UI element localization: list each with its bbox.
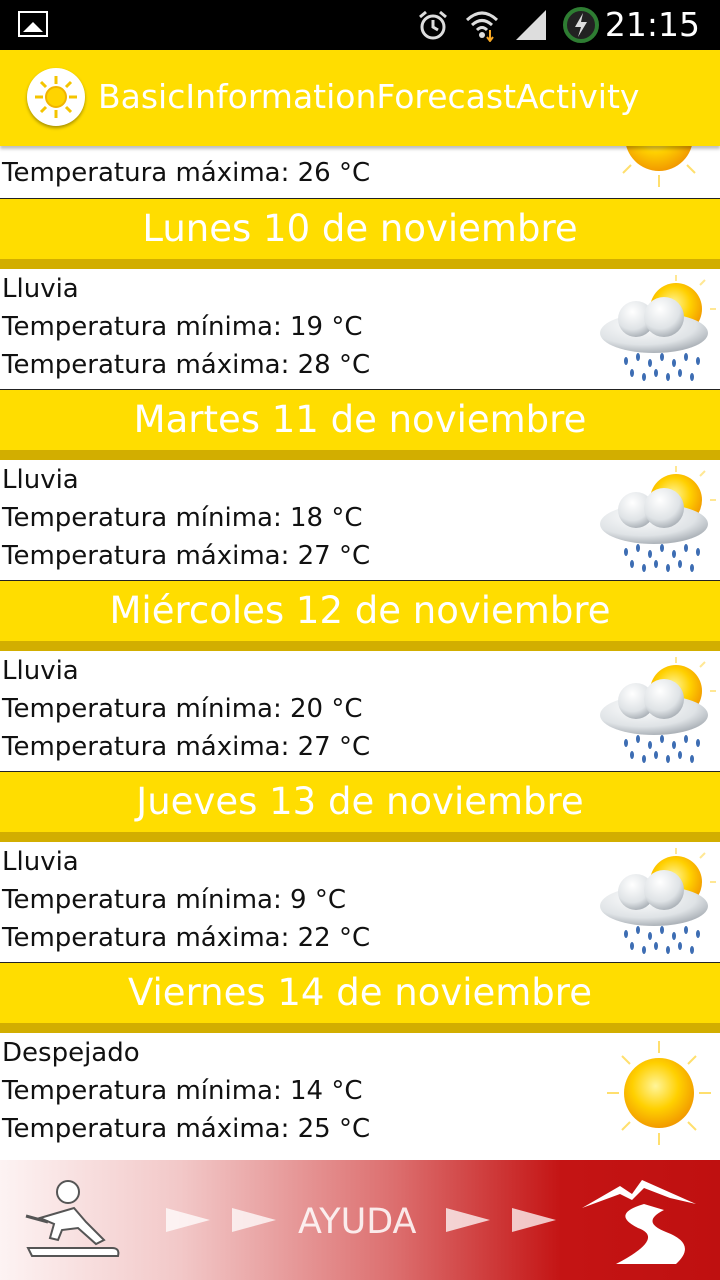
arrow-right-icon bbox=[512, 1208, 556, 1232]
image-notification-icon bbox=[18, 11, 48, 37]
min-temperature: Temperatura mínima: 19 °C bbox=[2, 312, 363, 342]
rain-sun-icon bbox=[600, 275, 716, 381]
wifi-icon bbox=[465, 11, 499, 42]
list-item[interactable]: Martes 11 de noviembre Lluvia Temperatur… bbox=[0, 390, 720, 581]
help-button[interactable]: AYUDA bbox=[298, 1202, 417, 1242]
mountain-road-icon bbox=[582, 1180, 696, 1264]
rain-sun-icon bbox=[600, 848, 716, 954]
sun-icon bbox=[607, 1041, 711, 1145]
action-bar: BasicInformationForecastActivity bbox=[0, 50, 720, 146]
forecast-info: Lluvia Temperatura mínima: 20 °C Tempera… bbox=[0, 651, 720, 772]
day-header: Miércoles 12 de noviembre bbox=[0, 581, 720, 651]
day-header: Viernes 14 de noviembre bbox=[0, 963, 720, 1033]
arrow-right-icon bbox=[232, 1208, 276, 1232]
forecast-info: Despejado Temperatura mínima: 14 °C Temp… bbox=[0, 1033, 720, 1153]
forecast-info: Lluvia Temperatura mínima: 19 °C Tempera… bbox=[0, 269, 720, 390]
list-item[interactable]: Jueves 13 de noviembre Lluvia Temperatur… bbox=[0, 772, 720, 963]
condition: Lluvia bbox=[2, 847, 79, 877]
forecast-info: Temperatura máxima: 26 °C bbox=[0, 146, 720, 199]
condition: Despejado bbox=[2, 1038, 140, 1068]
max-temperature: Temperatura máxima: 28 °C bbox=[2, 350, 371, 380]
status-icons bbox=[416, 7, 600, 43]
rain-sun-icon bbox=[600, 466, 716, 572]
min-temperature: Temperatura mínima: 9 °C bbox=[2, 885, 346, 915]
skier-icon bbox=[25, 1180, 120, 1257]
list-item[interactable]: Viernes 14 de noviembre Despejado Temper… bbox=[0, 963, 720, 1154]
signal-icon bbox=[516, 10, 546, 40]
sun-icon bbox=[622, 146, 696, 187]
min-temperature: Temperatura mínima: 18 °C bbox=[2, 503, 363, 533]
help-banner[interactable]: AYUDA bbox=[0, 1160, 720, 1280]
battery-charging-icon bbox=[563, 7, 599, 43]
arrow-right-icon bbox=[446, 1208, 490, 1232]
forecast-list[interactable]: Temperatura máxima: 26 °C Lunes 10 de no… bbox=[0, 146, 720, 1160]
rain-sun-icon bbox=[600, 657, 716, 763]
max-temperature: Temperatura máxima: 25 °C bbox=[2, 1114, 371, 1144]
arrows-right bbox=[446, 1200, 556, 1240]
condition: Lluvia bbox=[2, 274, 79, 304]
list-item[interactable]: Lunes 10 de noviembre Lluvia Temperatura… bbox=[0, 199, 720, 390]
alarm-icon bbox=[419, 10, 447, 40]
page-title: BasicInformationForecastActivity bbox=[98, 77, 640, 116]
max-temperature: Temperatura máxima: 26 °C bbox=[2, 158, 371, 188]
min-temperature: Temperatura mínima: 20 °C bbox=[2, 694, 363, 724]
app-sun-icon[interactable] bbox=[27, 68, 85, 126]
max-temperature: Temperatura máxima: 27 °C bbox=[2, 541, 371, 571]
forecast-info: Lluvia Temperatura mínima: 18 °C Tempera… bbox=[0, 460, 720, 581]
status-bar: 21:15 bbox=[0, 0, 720, 50]
day-header: Lunes 10 de noviembre bbox=[0, 199, 720, 269]
max-temperature: Temperatura máxima: 27 °C bbox=[2, 732, 371, 762]
max-temperature: Temperatura máxima: 22 °C bbox=[2, 923, 371, 953]
condition: Lluvia bbox=[2, 465, 79, 495]
day-header: Martes 11 de noviembre bbox=[0, 390, 720, 460]
arrows-left bbox=[166, 1200, 276, 1240]
arrow-right-icon bbox=[166, 1208, 210, 1232]
condition: Lluvia bbox=[2, 656, 79, 686]
list-item[interactable]: Temperatura máxima: 26 °C bbox=[0, 146, 720, 199]
list-item[interactable]: Miércoles 12 de noviembre Lluvia Tempera… bbox=[0, 581, 720, 772]
min-temperature: Temperatura mínima: 14 °C bbox=[2, 1076, 363, 1106]
forecast-info: Lluvia Temperatura mínima: 9 °C Temperat… bbox=[0, 842, 720, 963]
clock: 21:15 bbox=[604, 5, 700, 44]
day-header: Jueves 13 de noviembre bbox=[0, 772, 720, 842]
